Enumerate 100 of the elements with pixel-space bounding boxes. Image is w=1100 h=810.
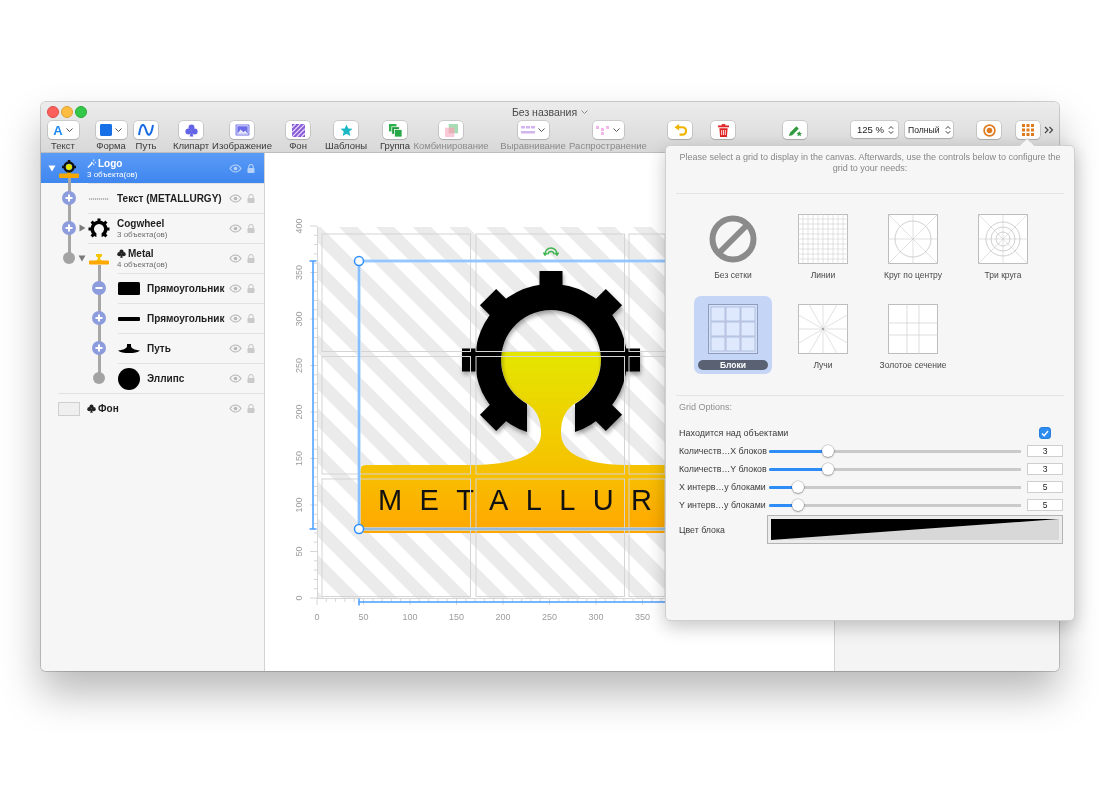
slider-thumb[interactable] — [821, 463, 834, 475]
lock-icon[interactable] — [247, 344, 255, 353]
disclosure-triangle-icon[interactable] — [78, 254, 86, 262]
selection-handle[interactable] — [353, 255, 365, 267]
ruler-label: 350 — [294, 265, 305, 280]
eye-icon[interactable] — [229, 344, 242, 353]
shape-tool-button[interactable] — [95, 121, 127, 139]
value-field[interactable]: 3 — [1027, 463, 1063, 475]
eye-icon[interactable] — [229, 254, 242, 263]
layer-row[interactable]: Cogwheel 3 объекта(ов) — [41, 213, 264, 243]
lock-icon[interactable] — [247, 314, 255, 323]
rotate-handle-icon[interactable] — [542, 247, 560, 257]
value-field[interactable]: 3 — [1027, 445, 1063, 457]
cogwheel-icon — [88, 217, 110, 240]
delete-button[interactable] — [711, 121, 735, 139]
dot-icon[interactable] — [92, 371, 106, 385]
value-field[interactable]: 5 — [1027, 481, 1063, 493]
disclosure-triangle-icon[interactable] — [78, 224, 86, 232]
star-icon — [339, 123, 353, 137]
background-button[interactable] — [286, 121, 310, 139]
image-button[interactable] — [230, 121, 254, 139]
target-button[interactable] — [977, 121, 1001, 139]
disclosure-triangle-icon[interactable] — [48, 164, 56, 172]
window-title[interactable]: Без названия — [511, 105, 578, 118]
grid-option[interactable]: Линии — [784, 206, 862, 284]
minimize-button[interactable] — [61, 105, 73, 118]
lock-icon[interactable] — [247, 224, 255, 233]
ruler-label: 50 — [294, 546, 305, 557]
templates-button[interactable] — [334, 121, 358, 139]
close-button[interactable] — [47, 105, 59, 118]
slider-label: Y интерв…у блоками — [679, 500, 767, 510]
layer-row[interactable]: Текст (METALLURGY) — [41, 183, 264, 213]
layer-row[interactable]: Путь — [41, 333, 264, 363]
rays-icon — [798, 304, 848, 354]
selection-handle[interactable] — [353, 523, 365, 535]
pen-button[interactable] — [783, 121, 807, 139]
lock-icon[interactable] — [247, 164, 255, 173]
popup-button[interactable]: Полный — [905, 121, 953, 138]
ruler-label: 200 — [294, 404, 305, 420]
concentric-circles-icon — [978, 214, 1028, 264]
plus-circle-icon[interactable] — [62, 221, 76, 235]
selection-frame[interactable] — [357, 259, 665, 531]
undo-button[interactable] — [668, 121, 692, 139]
slider-thumb[interactable] — [791, 499, 804, 511]
layer-row[interactable]: Эллипс — [41, 363, 264, 393]
grid-option[interactable]: Три круга — [964, 206, 1042, 284]
slider-thumb[interactable] — [791, 481, 804, 493]
plus-circle-icon[interactable] — [92, 341, 106, 355]
eye-icon[interactable] — [229, 374, 242, 383]
lock-icon[interactable] — [247, 254, 255, 263]
eye-icon[interactable] — [229, 404, 242, 413]
stacked-squares-icon — [388, 123, 402, 137]
dot-icon[interactable] — [62, 251, 76, 265]
caret-icon — [65, 128, 73, 132]
flared-shape-icon — [118, 344, 140, 353]
trash-icon — [717, 123, 729, 137]
eye-icon[interactable] — [229, 314, 242, 323]
grid-option[interactable]: Золотое сечение — [874, 296, 952, 374]
lock-icon[interactable] — [247, 374, 255, 383]
checkbox[interactable] — [1039, 427, 1051, 439]
layer-row[interactable]: Прямоугольник — [41, 273, 264, 303]
plus-circle-icon[interactable] — [62, 191, 76, 205]
stepper-arrows-icon[interactable] — [888, 124, 894, 135]
grid-option[interactable]: Лучи — [784, 296, 862, 374]
clipart-button[interactable] — [179, 121, 203, 139]
section-title: Grid Options: — [679, 402, 734, 413]
value-field[interactable]: 5 — [1027, 499, 1063, 511]
grid-option[interactable]: Без сетки — [694, 206, 772, 284]
checkmark-icon — [1041, 429, 1049, 437]
text-tool-button[interactable]: A — [47, 121, 79, 139]
toolbar-label: Фон — [289, 140, 307, 151]
toolbar-label: Путь — [135, 140, 157, 151]
lock-icon[interactable] — [247, 284, 255, 293]
ruler-label: 200 — [495, 612, 511, 622]
grid-icon — [1022, 124, 1034, 136]
layer-row[interactable]: Фон — [41, 393, 264, 423]
eye-icon[interactable] — [229, 284, 242, 293]
slider-thumb[interactable] — [821, 445, 834, 457]
path-tool-button[interactable] — [134, 121, 158, 139]
color-label: Цвет блока — [679, 524, 726, 535]
grid-option[interactable]: Круг по центру — [874, 206, 952, 284]
plus-circle-icon[interactable] — [92, 311, 106, 325]
lock-icon[interactable] — [247, 194, 255, 203]
eye-icon[interactable] — [229, 224, 242, 233]
minus-circle-icon[interactable] — [92, 281, 106, 295]
group-button[interactable] — [383, 121, 407, 139]
layer-row[interactable]: Прямоугольник — [41, 303, 264, 333]
eye-icon[interactable] — [229, 194, 242, 203]
zoom-stepper[interactable]: 125 % — [851, 121, 898, 138]
layer-name: Cogwheel — [117, 217, 165, 230]
golden-section-icon — [888, 304, 938, 354]
toolbar-label: Изображение — [212, 140, 272, 151]
pen-star-icon — [787, 123, 803, 137]
lock-icon[interactable] — [247, 404, 255, 413]
toolbar-label: Распространение — [569, 140, 647, 151]
overflow-chevron-icon[interactable] — [1044, 126, 1054, 134]
layer-name: Metal — [128, 247, 154, 260]
zoom-button[interactable] — [75, 105, 87, 118]
grid-option[interactable]: Блоки — [694, 296, 772, 374]
layer-row[interactable]: Metal 4 объекта(ов) — [41, 243, 264, 273]
